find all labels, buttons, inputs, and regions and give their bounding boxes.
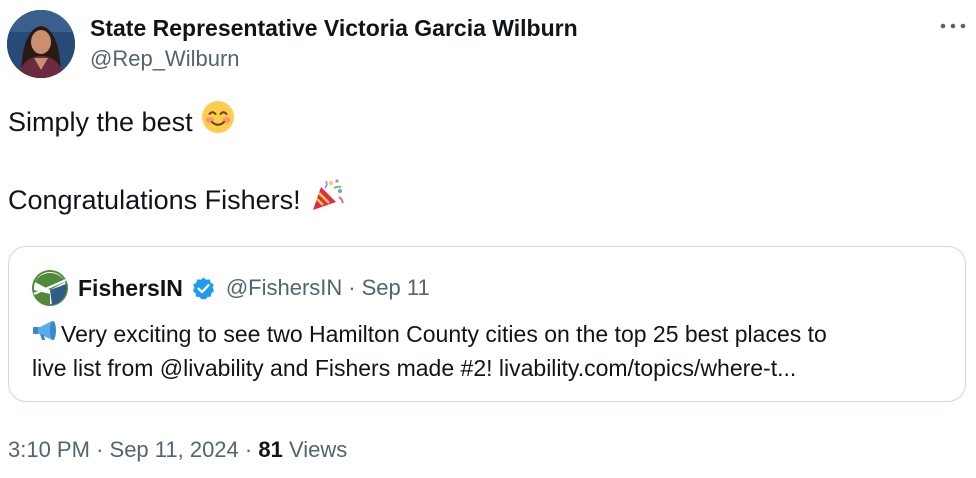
tweet-text: Simply the best Congratulations Fishers! xyxy=(8,100,948,220)
quoted-author-name[interactable]: FishersIN xyxy=(78,275,183,302)
tweet-line-2-text: Congratulations Fishers! xyxy=(8,185,301,215)
views-count[interactable]: 81 xyxy=(258,437,282,462)
tweet-time[interactable]: 3:10 PM xyxy=(8,437,90,462)
tweet-footer: 3:10 PM · Sep 11, 2024 · 81 Views xyxy=(8,434,347,466)
quoted-line-1: Very exciting to see two Hamilton County… xyxy=(32,317,957,351)
quoted-tweet-text: Very exciting to see two Hamilton County… xyxy=(32,317,957,385)
author-handle[interactable]: @Rep_Wilburn xyxy=(90,44,578,74)
quoted-separator: · xyxy=(348,275,356,300)
tweet-line-1: Simply the best xyxy=(8,100,948,145)
views-label: Views xyxy=(288,437,348,462)
party-popper-icon xyxy=(309,177,345,224)
quoted-date[interactable]: Sep 11 xyxy=(362,275,430,301)
verified-badge-icon xyxy=(191,276,216,301)
fishers-logo-icon[interactable] xyxy=(32,270,68,306)
tweet-line-2: Congratulations Fishers! xyxy=(8,178,948,220)
footer-separator-1: · xyxy=(96,437,104,462)
more-options-button[interactable] xyxy=(936,14,970,38)
author-name[interactable]: State Representative Victoria Garcia Wil… xyxy=(90,12,578,44)
author-block: State Representative Victoria Garcia Wil… xyxy=(90,12,578,74)
quoted-tweet[interactable]: FishersIN @FishersIN · Sep 11 Very excit… xyxy=(8,246,966,402)
quoted-tweet-header: FishersIN @FishersIN · Sep 11 xyxy=(32,270,430,306)
footer-separator-2: · xyxy=(244,437,253,462)
tweet-line-1-text: Simply the best xyxy=(8,107,193,137)
quoted-line-2: live list from @livability and Fishers m… xyxy=(32,351,957,385)
avatar[interactable] xyxy=(7,10,75,78)
quoted-line-2-text: live list from @livability and Fishers m… xyxy=(32,355,797,381)
tweet-date[interactable]: Sep 11, 2024 xyxy=(110,437,239,462)
megaphone-icon xyxy=(32,317,60,351)
quoted-line-1-text: Very exciting to see two Hamilton County… xyxy=(61,321,827,347)
quoted-author-handle[interactable]: @FishersIN xyxy=(226,275,342,301)
avatar-photo xyxy=(7,10,75,78)
smiling-face-icon xyxy=(201,100,235,145)
more-dots-icon xyxy=(940,23,966,29)
